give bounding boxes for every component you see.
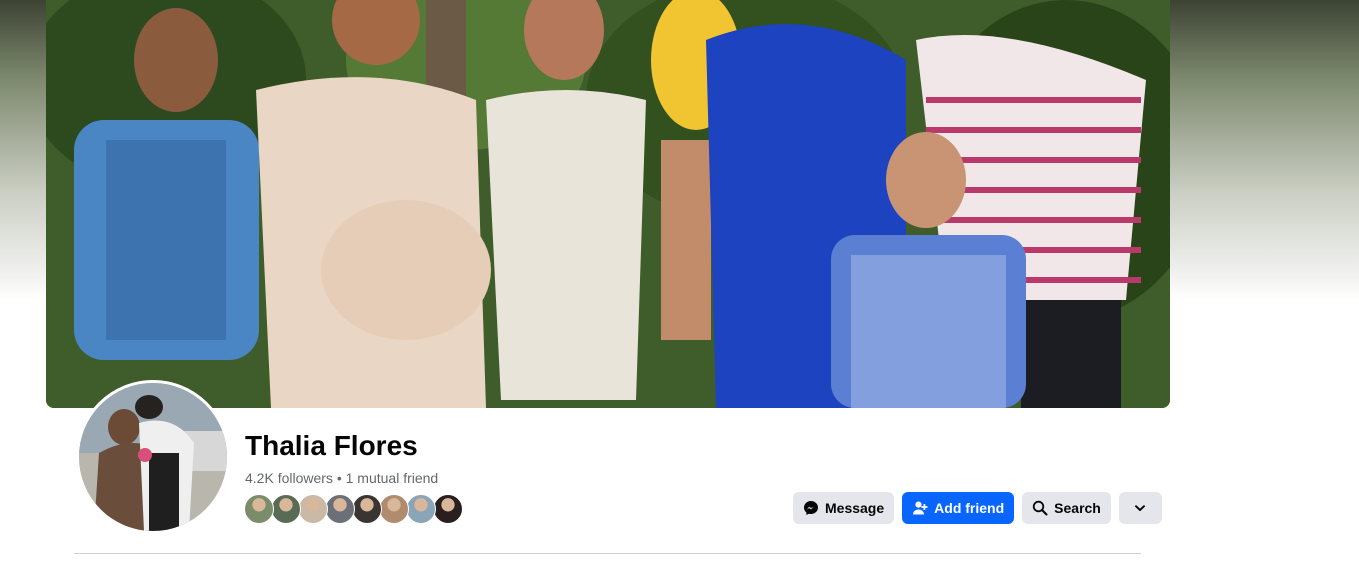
profile-actions: Message Add friend Search — [793, 492, 1162, 524]
profile-avatar-image — [79, 383, 227, 531]
profile-avatar[interactable] — [76, 380, 230, 534]
add-friend-button-label: Add friend — [934, 500, 1005, 516]
mutual-friend-avatar[interactable] — [406, 494, 436, 524]
search-button[interactable]: Search — [1022, 492, 1111, 524]
add-friend-icon — [912, 500, 928, 516]
mutual-friend-avatar[interactable] — [352, 494, 382, 524]
mutual-friend-avatar[interactable] — [325, 494, 355, 524]
add-friend-button[interactable]: Add friend — [902, 492, 1015, 524]
mutual-friend-avatar[interactable] — [433, 494, 463, 524]
mutual-friend-avatar[interactable] — [298, 494, 328, 524]
search-icon — [1032, 500, 1048, 516]
cover-photo-image — [46, 0, 1170, 408]
profile-divider — [74, 553, 1141, 554]
cover-photo[interactable] — [46, 0, 1170, 408]
profile-stats[interactable]: 4.2K followers • 1 mutual friend — [245, 469, 438, 487]
message-button-label: Message — [825, 500, 885, 516]
mutual-friend-avatar[interactable] — [271, 494, 301, 524]
profile-name: Thalia Flores — [245, 430, 418, 461]
mutual-friend-avatar[interactable] — [379, 494, 409, 524]
message-button[interactable]: Message — [793, 492, 895, 524]
chevron-down-icon — [1134, 502, 1146, 514]
messenger-icon — [803, 500, 819, 516]
mutual-friends-avatars[interactable] — [244, 494, 463, 524]
mutual-friend-avatar[interactable] — [244, 494, 274, 524]
more-options-button[interactable] — [1118, 492, 1162, 524]
search-button-label: Search — [1054, 500, 1101, 516]
